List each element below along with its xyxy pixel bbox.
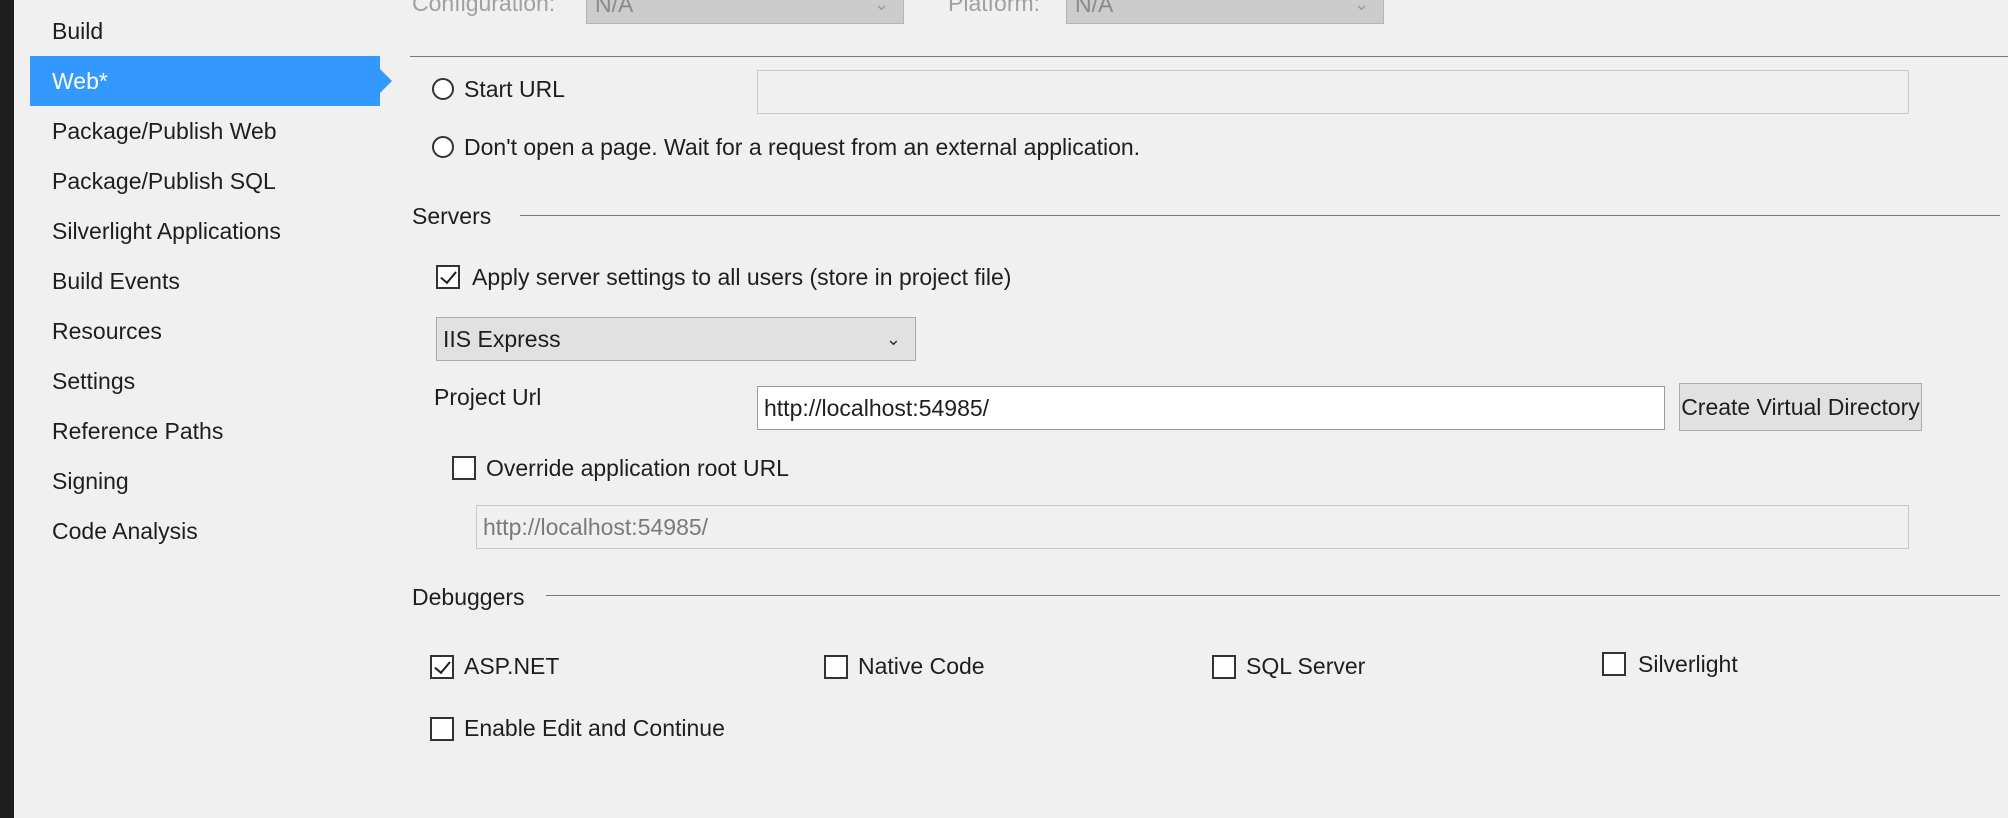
debuggers-section-title: Debuggers <box>412 584 525 610</box>
sidebar-item-package-publish-web[interactable]: Package/Publish Web <box>30 106 380 156</box>
override-root-url-checkbox[interactable] <box>452 456 476 480</box>
create-virtual-directory-button[interactable]: Create Virtual Directory <box>1679 383 1922 431</box>
override-root-url-input[interactable]: http://localhost:54985/ <box>476 505 1909 549</box>
platform-value: N/A <box>1075 0 1114 17</box>
dont-open-page-radio[interactable] <box>432 136 454 158</box>
servers-section-title: Servers <box>412 203 492 229</box>
sidebar-item-settings[interactable]: Settings <box>30 356 380 406</box>
sidebar-item-signing[interactable]: Signing <box>30 456 380 506</box>
chevron-down-icon: ⌄ <box>873 0 889 14</box>
native-code-debugger-label: Native Code <box>858 653 985 679</box>
sidebar-item-web[interactable]: Web* <box>30 56 392 106</box>
sidebar-item-code-analysis[interactable]: Code Analysis <box>30 506 380 556</box>
edit-and-continue-label: Enable Edit and Continue <box>464 715 725 741</box>
start-url-label: Start URL <box>464 76 565 102</box>
sidebar-item-silverlight-applications[interactable]: Silverlight Applications <box>30 206 380 256</box>
sidebar: Build Web* Package/Publish Web Package/P… <box>14 0 394 818</box>
sidebar-item-build[interactable]: Build <box>30 6 380 56</box>
sidebar-item-reference-paths[interactable]: Reference Paths <box>30 406 380 456</box>
silverlight-debugger-checkbox[interactable] <box>1602 652 1626 676</box>
server-type-combo[interactable]: IIS Express ⌄ <box>436 317 916 361</box>
dont-open-page-label: Don't open a page. Wait for a request fr… <box>464 134 1141 160</box>
sql-server-debugger-label: SQL Server <box>1246 653 1366 679</box>
chevron-down-icon: ⌄ <box>1353 0 1369 14</box>
apply-all-users-label: Apply server settings to all users (stor… <box>472 264 1012 290</box>
configuration-combo[interactable]: N/A ⌄ <box>586 0 904 24</box>
servers-divider <box>520 215 2000 216</box>
project-properties-page: Build Web* Package/Publish Web Package/P… <box>14 0 2008 818</box>
start-url-input[interactable] <box>757 70 1909 114</box>
project-url-label: Project Url <box>434 384 542 410</box>
sidebar-item-package-publish-sql[interactable]: Package/Publish SQL <box>30 156 380 206</box>
configuration-value: N/A <box>595 0 634 17</box>
sidebar-item-build-events[interactable]: Build Events <box>30 256 380 306</box>
aspnet-debugger-label: ASP.NET <box>464 653 560 679</box>
silverlight-debugger-label: Silverlight <box>1638 651 1738 677</box>
top-divider <box>410 56 2008 57</box>
configuration-label: Configuration: <box>412 0 556 16</box>
start-url-radio[interactable] <box>432 78 454 100</box>
override-root-url-label: Override application root URL <box>486 455 789 481</box>
debuggers-divider <box>546 595 2000 596</box>
apply-all-users-checkbox[interactable] <box>436 265 460 289</box>
sql-server-debugger-checkbox[interactable] <box>1212 655 1236 679</box>
project-url-input[interactable]: http://localhost:54985/ <box>757 386 1665 430</box>
platform-combo[interactable]: N/A ⌄ <box>1066 0 1384 24</box>
native-code-debugger-checkbox[interactable] <box>824 655 848 679</box>
platform-label: Platform: <box>948 0 1041 16</box>
edit-and-continue-checkbox[interactable] <box>430 717 454 741</box>
sidebar-item-resources[interactable]: Resources <box>30 306 380 356</box>
server-type-value: IIS Express <box>443 326 561 352</box>
aspnet-debugger-checkbox[interactable] <box>430 655 454 679</box>
chevron-down-icon: ⌄ <box>885 329 901 349</box>
